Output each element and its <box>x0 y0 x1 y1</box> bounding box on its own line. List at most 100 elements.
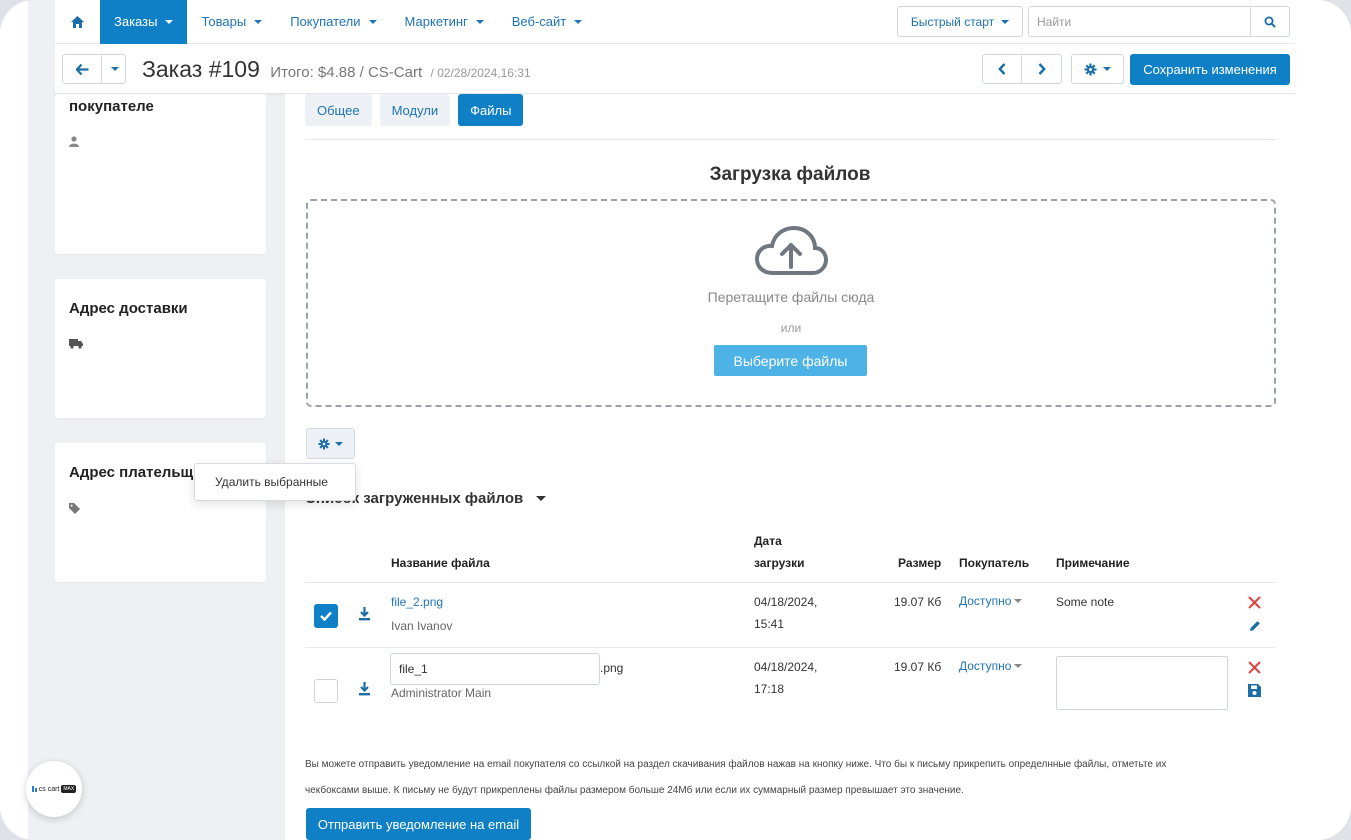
choose-files-button[interactable]: Выберите файлы <box>714 345 867 376</box>
next-order-button[interactable] <box>1022 54 1062 84</box>
chevron-left-icon <box>998 63 1006 75</box>
tag-icon <box>69 503 80 514</box>
shipping-card-title: Адрес доставки <box>69 300 188 317</box>
cs-cart-logo[interactable]: cs cart MAX <box>26 761 82 817</box>
chevron-right-icon <box>1038 63 1046 75</box>
bulk-actions-button[interactable] <box>306 428 355 459</box>
drop-or-text: или <box>780 321 802 335</box>
file-dropzone[interactable]: Перетащите файлы сюда или Выберите файлы <box>306 199 1276 407</box>
availability-label: Доступно <box>959 594 1012 608</box>
column-header-date-line2: загрузки <box>754 556 805 570</box>
previous-order-button[interactable] <box>982 54 1022 84</box>
delete-icon[interactable] <box>1248 661 1261 674</box>
column-header-size: Размер <box>898 556 942 570</box>
checkmark-icon <box>320 611 332 621</box>
delete-selected-menu-item[interactable]: Удалить выбранные <box>215 475 328 489</box>
column-header-note: Примечание <box>1056 556 1130 570</box>
drop-files-text: Перетащите файлы сюда <box>707 289 875 305</box>
file-extension: .png <box>600 661 624 675</box>
nav-item-label: Товары <box>201 14 247 29</box>
order-number: Заказ #109 <box>142 56 260 82</box>
quick-start-label: Быстрый старт <box>910 14 995 29</box>
availability-dropdown[interactable]: Доступно <box>959 590 1023 612</box>
right-rail <box>1295 0 1351 840</box>
gear-icon <box>1084 63 1097 75</box>
logo-edition-tag: MAX <box>61 785 77 793</box>
order-date: / 02/28/2024,16:31 <box>430 66 531 80</box>
tab-files[interactable]: Файлы <box>458 94 524 126</box>
truck-icon <box>69 339 83 349</box>
notification-info-line1: Вы можете отправить уведомление на email… <box>305 759 1167 770</box>
nav-item-customers[interactable]: Покупатели <box>276 0 390 44</box>
search-button[interactable] <box>1250 6 1290 37</box>
column-header-date-line1: Дата <box>754 534 782 548</box>
save-icon[interactable] <box>1248 684 1261 697</box>
gear-icon <box>318 437 330 450</box>
tab-addons[interactable]: Модули <box>379 94 451 126</box>
download-icon[interactable] <box>359 682 370 696</box>
order-settings-button[interactable] <box>1071 54 1124 84</box>
notification-info-line2: чекбоксами выше. К письму не будут прикр… <box>305 785 964 796</box>
shipping-address-card: Адрес доставки <box>55 279 266 418</box>
file-name-input-value: file_1 <box>399 662 428 676</box>
download-icon[interactable] <box>359 607 370 621</box>
search-placeholder: Найти <box>1037 14 1072 29</box>
upload-heading: Загрузка файлов <box>709 164 871 185</box>
billing-card-title: Адрес плательщ <box>69 464 194 481</box>
availability-dropdown[interactable]: Доступно <box>959 655 1023 677</box>
top-navigation: Заказы Товары Покупатели Маркетинг Веб-с… <box>55 0 1295 44</box>
column-header-name: Название файла <box>391 556 490 570</box>
chevron-down-icon <box>111 67 119 71</box>
left-rail <box>0 0 28 840</box>
row-checkbox[interactable] <box>314 679 338 703</box>
send-email-notification-button[interactable]: Отправить уведомление на email <box>306 808 531 840</box>
user-icon <box>69 136 79 147</box>
quick-start-button[interactable]: Быстрый старт <box>897 6 1023 37</box>
table-divider <box>305 582 1276 583</box>
tab-general[interactable]: Общее <box>305 94 372 126</box>
upload-time: 17:18 <box>754 682 785 696</box>
chevron-down-icon <box>574 19 583 24</box>
nav-item-label: Веб-сайт <box>511 14 567 29</box>
cart-icon <box>31 786 37 792</box>
home-button[interactable] <box>55 0 100 44</box>
back-button[interactable] <box>62 54 102 84</box>
nav-item-products[interactable]: Товары <box>187 0 276 44</box>
note-textarea[interactable] <box>1056 656 1228 710</box>
order-total: Итого: $4.88 / CS-Cart <box>270 64 423 81</box>
file-size: 19.07 Кб <box>894 595 942 609</box>
nav-item-label: Заказы <box>114 14 158 29</box>
chevron-down-icon <box>1014 664 1023 668</box>
chevron-down-icon <box>1001 19 1010 24</box>
edit-icon[interactable] <box>1249 620 1261 632</box>
search-input[interactable]: Найти <box>1028 6 1250 37</box>
chevron-down-icon <box>254 19 263 24</box>
file-uploader: Ivan Ivanov <box>391 619 453 633</box>
file-size: 19.07 Кб <box>894 660 942 674</box>
chevron-down-icon <box>1103 67 1111 71</box>
nav-item-website[interactable]: Веб-сайт <box>498 0 596 44</box>
chevron-down-icon <box>536 496 547 501</box>
customer-card-title: покупателе <box>69 98 154 115</box>
chevron-down-icon <box>368 19 377 24</box>
customer-info-card: покупателе <box>55 94 266 254</box>
file-name-link[interactable]: file_2.png <box>391 591 443 613</box>
main-panel: Общее Модули Файлы Загрузка файлов Перет… <box>285 94 1295 840</box>
bulk-actions-menu: Удалить выбранные <box>194 463 356 501</box>
cloud-upload-icon <box>754 225 829 275</box>
column-header-customer: Покупатель <box>959 556 1030 570</box>
nav-item-orders[interactable]: Заказы <box>100 0 188 44</box>
file-name-input[interactable]: file_1 <box>390 653 600 685</box>
nav-item-label: Маркетинг <box>404 14 468 29</box>
row-checkbox[interactable] <box>314 604 338 628</box>
home-icon <box>71 15 84 28</box>
save-changes-button[interactable]: Сохранить изменения <box>1130 54 1290 85</box>
back-history-dropdown[interactable] <box>102 54 126 84</box>
file-note: Some note <box>1056 595 1115 609</box>
app-frame: Заказы Товары Покупатели Маркетинг Веб-с… <box>0 0 1351 840</box>
delete-icon[interactable] <box>1248 596 1261 609</box>
nav-item-marketing[interactable]: Маркетинг <box>391 0 498 44</box>
table-divider <box>305 647 1276 648</box>
file-uploader: Administrator Main <box>391 686 492 700</box>
logo-text: cs cart <box>38 785 60 793</box>
